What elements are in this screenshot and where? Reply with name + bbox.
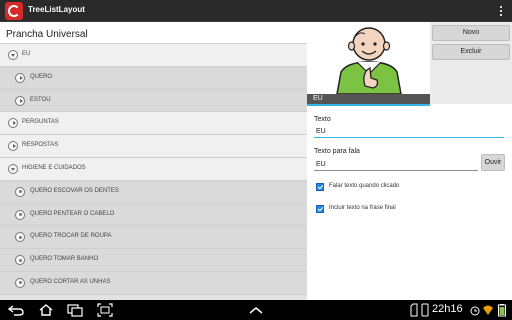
list-header: Prancha Universal [0, 22, 307, 44]
tree-item-row[interactable]: PERGUNTAS [0, 112, 307, 136]
tree-item-row[interactable]: HIGIENE E CUIDADOS [0, 157, 307, 181]
collapse-arrow-icon[interactable] [15, 95, 25, 106]
speak-on-click-checkbox[interactable] [316, 183, 324, 191]
include-in-sentence-checkbox[interactable] [316, 205, 324, 213]
tree-item-row[interactable]: QUERO [0, 66, 307, 90]
boy-pointing-self-icon [307, 22, 430, 95]
pictogram-image: EU [307, 22, 430, 104]
speech-field[interactable] [314, 159, 478, 171]
text-field-label: Texto [314, 116, 331, 123]
tree-item-label: PERGUNTAS [22, 119, 59, 126]
tree-item-row[interactable]: QUERO ESCOVAR OS DENTES [0, 180, 307, 204]
tree-item-label: QUERO [30, 73, 53, 80]
battery-icon [498, 304, 506, 317]
tree-list[interactable]: Prancha Universal EU QUERO ESTOU PERGUNTAS R… [0, 22, 307, 300]
text-field[interactable] [314, 126, 504, 138]
back-icon[interactable] [8, 303, 24, 317]
tree-item-label: RESPOSTAS [22, 142, 59, 149]
tree-item-row[interactable]: QUERO CORTAR AS UNHAS [0, 271, 307, 295]
tree-item-label: QUERO CORTAR AS UNHAS [30, 278, 111, 285]
action-bar: TreeListLayout [0, 0, 512, 22]
app-logo-icon [5, 2, 23, 20]
include-in-sentence-label: Incluir texto na frase final [329, 205, 396, 211]
alarm-icon [470, 306, 480, 316]
listen-button[interactable]: Ouvir [481, 154, 505, 171]
tree-item-row[interactable]: QUERO TROCAR DE ROUPA [0, 226, 307, 250]
leaf-dot-icon [15, 186, 25, 197]
chevron-up-icon[interactable] [248, 303, 264, 317]
overflow-menu-icon[interactable] [498, 4, 504, 18]
speak-on-click-label: Falar texto quando clicado [329, 183, 400, 189]
expand-arrow-icon[interactable] [8, 163, 18, 174]
phone-icon [421, 303, 429, 317]
recent-apps-icon[interactable] [67, 303, 83, 317]
expand-arrow-icon[interactable] [8, 50, 18, 60]
tree-item-label: ESTOU [30, 96, 51, 103]
delete-button[interactable]: Excluir [432, 44, 510, 60]
collapse-arrow-icon[interactable] [15, 72, 25, 83]
collapse-arrow-icon[interactable] [8, 141, 18, 152]
tree-item-row[interactable]: QUERO PENTEAR O CABELO [0, 203, 307, 227]
tree-item-label: QUERO ESCOVAR OS DENTES [30, 187, 119, 194]
tree-item-label: QUERO TROCAR DE ROUPA [30, 233, 112, 240]
leaf-dot-icon [15, 232, 25, 243]
tree-item-label: EU [22, 51, 31, 57]
pictogram-caption-text: EU [313, 95, 323, 102]
system-nav-bar: 22h16 [0, 300, 512, 320]
detail-panel: EU Novo Excluir Texto Texto para fala Ou… [307, 22, 512, 300]
image-underline [307, 104, 430, 106]
pictogram-caption: EU [307, 94, 430, 104]
sd-card-icon [410, 303, 418, 317]
tree-item-row[interactable]: RESPOSTAS [0, 135, 307, 158]
leaf-dot-icon [15, 255, 25, 266]
new-button[interactable]: Novo [432, 25, 510, 41]
wifi-icon [483, 305, 493, 315]
list-header-title: Prancha Universal [6, 29, 88, 40]
screenshot-icon[interactable] [97, 303, 113, 317]
collapse-arrow-icon[interactable] [8, 118, 18, 129]
tree-item-row[interactable]: ESTOU [0, 89, 307, 113]
clock: 22h16 [432, 303, 463, 315]
leaf-dot-icon [15, 209, 25, 220]
tree-item-label: HIGIENE E CUIDADOS [22, 164, 86, 171]
tree-item-label: QUERO PENTEAR O CABELO [30, 210, 115, 217]
tree-item-label: QUERO TOMAR BANHO [30, 256, 99, 263]
tree-item-row[interactable]: EU [0, 44, 307, 67]
tree-rows: EU QUERO ESTOU PERGUNTAS RESPOSTAS HIGIENE E … [0, 44, 307, 295]
tree-item-row[interactable]: QUERO TOMAR BANHO [0, 249, 307, 272]
app-title: TreeListLayout [28, 5, 85, 14]
home-icon[interactable] [38, 303, 54, 317]
speech-field-label: Texto para fala [314, 148, 360, 155]
leaf-dot-icon [15, 277, 25, 288]
